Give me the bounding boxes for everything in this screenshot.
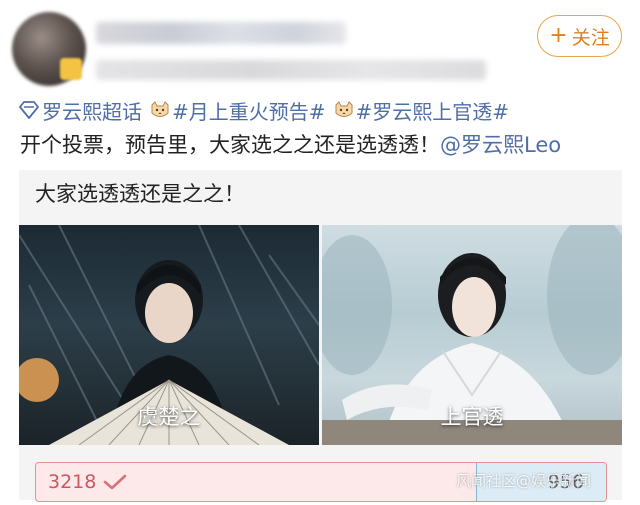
cat-emoji-icon xyxy=(151,101,169,117)
tag-label: #月上重火预告# xyxy=(172,99,326,124)
poll-card: 大家选透透还是之之！ 虞楚之 上官透 3218 956 xyxy=(19,170,622,502)
post-body-text: 开个投票，预告里，大家选之之还是选透透！ xyxy=(20,133,440,157)
tag-super-topic[interactable]: 罗云熙超话 xyxy=(18,96,142,125)
post-meta-blurred xyxy=(96,60,486,80)
watermark: 风闻社区@娱乐新闻 xyxy=(456,472,592,490)
topic-tags: 罗云熙超话 #月上重火预告# #罗云熙上官透# xyxy=(18,96,517,124)
plus-icon: + xyxy=(549,23,568,48)
poll-title: 大家选透透还是之之！ xyxy=(35,182,245,206)
mention-link[interactable]: @罗云熙Leo xyxy=(440,129,561,159)
post-body: 开个投票，预告里，大家选之之还是选透透！ @罗云熙Leo xyxy=(20,128,561,160)
verified-badge-icon xyxy=(60,58,82,80)
tag-label: #罗云熙上官透# xyxy=(355,99,510,124)
left-vote-count: 3218 xyxy=(48,471,97,493)
follow-button-label: 关注 xyxy=(571,26,610,49)
follow-button[interactable]: + 关注 xyxy=(537,15,622,57)
tag-label: 罗云熙超话 xyxy=(42,99,142,124)
super-topic-diamond-icon xyxy=(19,101,39,119)
username-blurred[interactable] xyxy=(96,22,346,44)
tag-topic-character[interactable]: #罗云熙上官透# xyxy=(334,96,510,125)
post-header: + 关注 xyxy=(0,0,640,92)
poll-option-left-label: 虞楚之 xyxy=(137,405,201,429)
poll-option-right-label: 上官透 xyxy=(440,405,504,429)
tag-topic-preview[interactable]: #月上重火预告# xyxy=(150,96,326,125)
poll-option-left-image[interactable]: 虞楚之 xyxy=(19,225,319,445)
poll-left-votes: 3218 xyxy=(48,463,128,501)
cat-emoji-icon xyxy=(335,101,353,117)
poll-option-right-image[interactable]: 上官透 xyxy=(322,225,622,445)
check-icon xyxy=(104,474,127,490)
